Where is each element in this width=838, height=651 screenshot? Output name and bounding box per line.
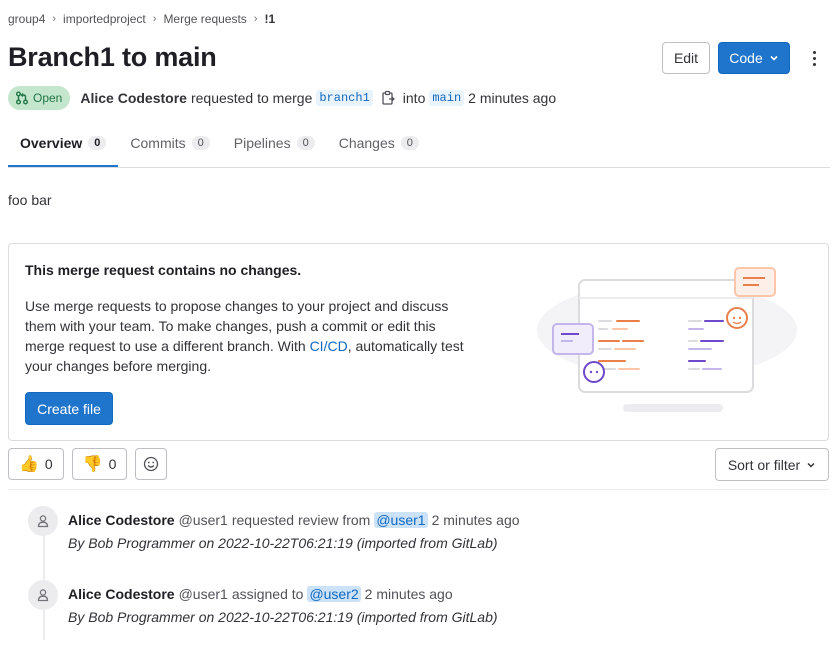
tab-commits[interactable]: Commits 0 bbox=[118, 118, 221, 167]
create-file-button[interactable]: Create file bbox=[25, 392, 113, 425]
add-reaction-button[interactable] bbox=[135, 448, 168, 480]
divider bbox=[8, 489, 829, 490]
thumbs-down-button[interactable]: 👎 0 bbox=[71, 448, 128, 480]
merge-request-meta: Open Alice Codestore requested to merge … bbox=[8, 86, 560, 110]
chevron-right-icon: › bbox=[253, 13, 258, 25]
tab-label: Overview bbox=[20, 134, 83, 151]
requested-text: requested to merge bbox=[190, 90, 313, 106]
tab-changes[interactable]: Changes 0 bbox=[327, 118, 431, 167]
thumbs-up-button[interactable]: 👍 0 bbox=[8, 448, 64, 480]
system-note: Alice Codestore @user1 requested review … bbox=[28, 506, 520, 551]
empty-state-text: Use merge requests to propose changes to… bbox=[25, 296, 475, 376]
code-button-label: Code bbox=[729, 50, 763, 66]
more-actions-button[interactable] bbox=[798, 42, 830, 74]
kebab-dot-icon bbox=[812, 56, 816, 60]
smiley-icon bbox=[144, 456, 159, 472]
author-link[interactable]: Alice Codestore bbox=[80, 90, 187, 106]
edit-button[interactable]: Edit bbox=[662, 42, 710, 74]
status-label: Open bbox=[33, 91, 63, 105]
breadcrumb: group4 › importedproject › Merge request… bbox=[8, 11, 275, 27]
tab-label: Commits bbox=[130, 134, 186, 151]
target-branch[interactable]: main bbox=[429, 90, 465, 106]
thumbs-up-icon: 👍 bbox=[19, 456, 39, 473]
note-author[interactable]: Alice Codestore bbox=[68, 586, 175, 602]
note-time: 2 minutes ago bbox=[364, 586, 453, 602]
tab-label: Pipelines bbox=[233, 134, 291, 151]
source-branch[interactable]: branch1 bbox=[316, 90, 373, 106]
tab-label: Changes bbox=[338, 134, 395, 151]
tab-count-badge: 0 bbox=[88, 135, 107, 150]
note-author-handle[interactable]: @user1 bbox=[179, 586, 228, 602]
tab-count-badge: 0 bbox=[400, 135, 419, 150]
empty-state-title: This merge request contains no changes. bbox=[25, 262, 302, 278]
thumbs-up-count: 0 bbox=[44, 456, 53, 472]
page-title: Branch1 to main bbox=[8, 42, 217, 72]
tab-overview[interactable]: Overview 0 bbox=[8, 118, 118, 167]
empty-state-illustration-icon bbox=[537, 267, 797, 412]
system-note: Alice Codestore @user1 assigned to @user… bbox=[28, 580, 498, 625]
user-icon bbox=[28, 580, 58, 610]
tab-count-badge: 0 bbox=[191, 135, 210, 150]
tab-pipelines[interactable]: Pipelines 0 bbox=[222, 118, 327, 167]
tab-count-badge: 0 bbox=[296, 135, 315, 150]
into-text: into bbox=[402, 90, 426, 106]
sort-or-filter-dropdown[interactable]: Sort or filter bbox=[715, 448, 829, 481]
chevron-right-icon: › bbox=[152, 13, 157, 25]
user-mention[interactable]: @user1 bbox=[374, 512, 428, 528]
no-changes-card: This merge request contains no changes. … bbox=[8, 243, 829, 441]
merge-request-tabs: Overview 0 Commits 0 Pipelines 0 Changes… bbox=[8, 118, 830, 168]
note-import-text: By Bob Programmer on 2022-10-22T06:21:19… bbox=[68, 535, 498, 551]
award-emoji-bar: 👍 0 👎 0 bbox=[8, 448, 168, 480]
breadcrumb-merge-requests[interactable]: Merge requests bbox=[163, 12, 246, 26]
note-import-text: By Bob Programmer on 2022-10-22T06:21:19… bbox=[68, 609, 498, 625]
chevron-down-icon bbox=[807, 462, 815, 468]
breadcrumb-group[interactable]: group4 bbox=[8, 12, 45, 26]
chevron-right-icon: › bbox=[52, 13, 57, 25]
kebab-dot-icon bbox=[812, 62, 816, 66]
note-action: assigned to bbox=[231, 586, 304, 602]
code-dropdown-button[interactable]: Code bbox=[718, 42, 790, 74]
thumbs-down-icon: 👎 bbox=[82, 456, 103, 473]
user-mention[interactable]: @user2 bbox=[307, 586, 361, 602]
note-action: requested review from bbox=[231, 512, 371, 528]
breadcrumb-project[interactable]: importedproject bbox=[63, 12, 146, 26]
chevron-down-icon bbox=[770, 55, 778, 61]
merge-request-icon bbox=[16, 91, 28, 105]
note-author-handle[interactable]: @user1 bbox=[179, 512, 228, 528]
breadcrumb-current[interactable]: !1 bbox=[264, 12, 275, 26]
user-icon bbox=[28, 506, 58, 536]
thumbs-down-count: 0 bbox=[108, 456, 117, 472]
sort-filter-label: Sort or filter bbox=[727, 456, 801, 473]
note-time: 2 minutes ago bbox=[431, 512, 520, 528]
description: foo bar bbox=[8, 192, 52, 208]
note-author[interactable]: Alice Codestore bbox=[68, 512, 175, 528]
copy-branch-icon[interactable] bbox=[381, 90, 395, 106]
kebab-dot-icon bbox=[812, 50, 816, 54]
status-badge: Open bbox=[8, 86, 71, 110]
timestamp: 2 minutes ago bbox=[468, 90, 557, 106]
ci-cd-link[interactable]: CI/CD bbox=[310, 338, 348, 354]
